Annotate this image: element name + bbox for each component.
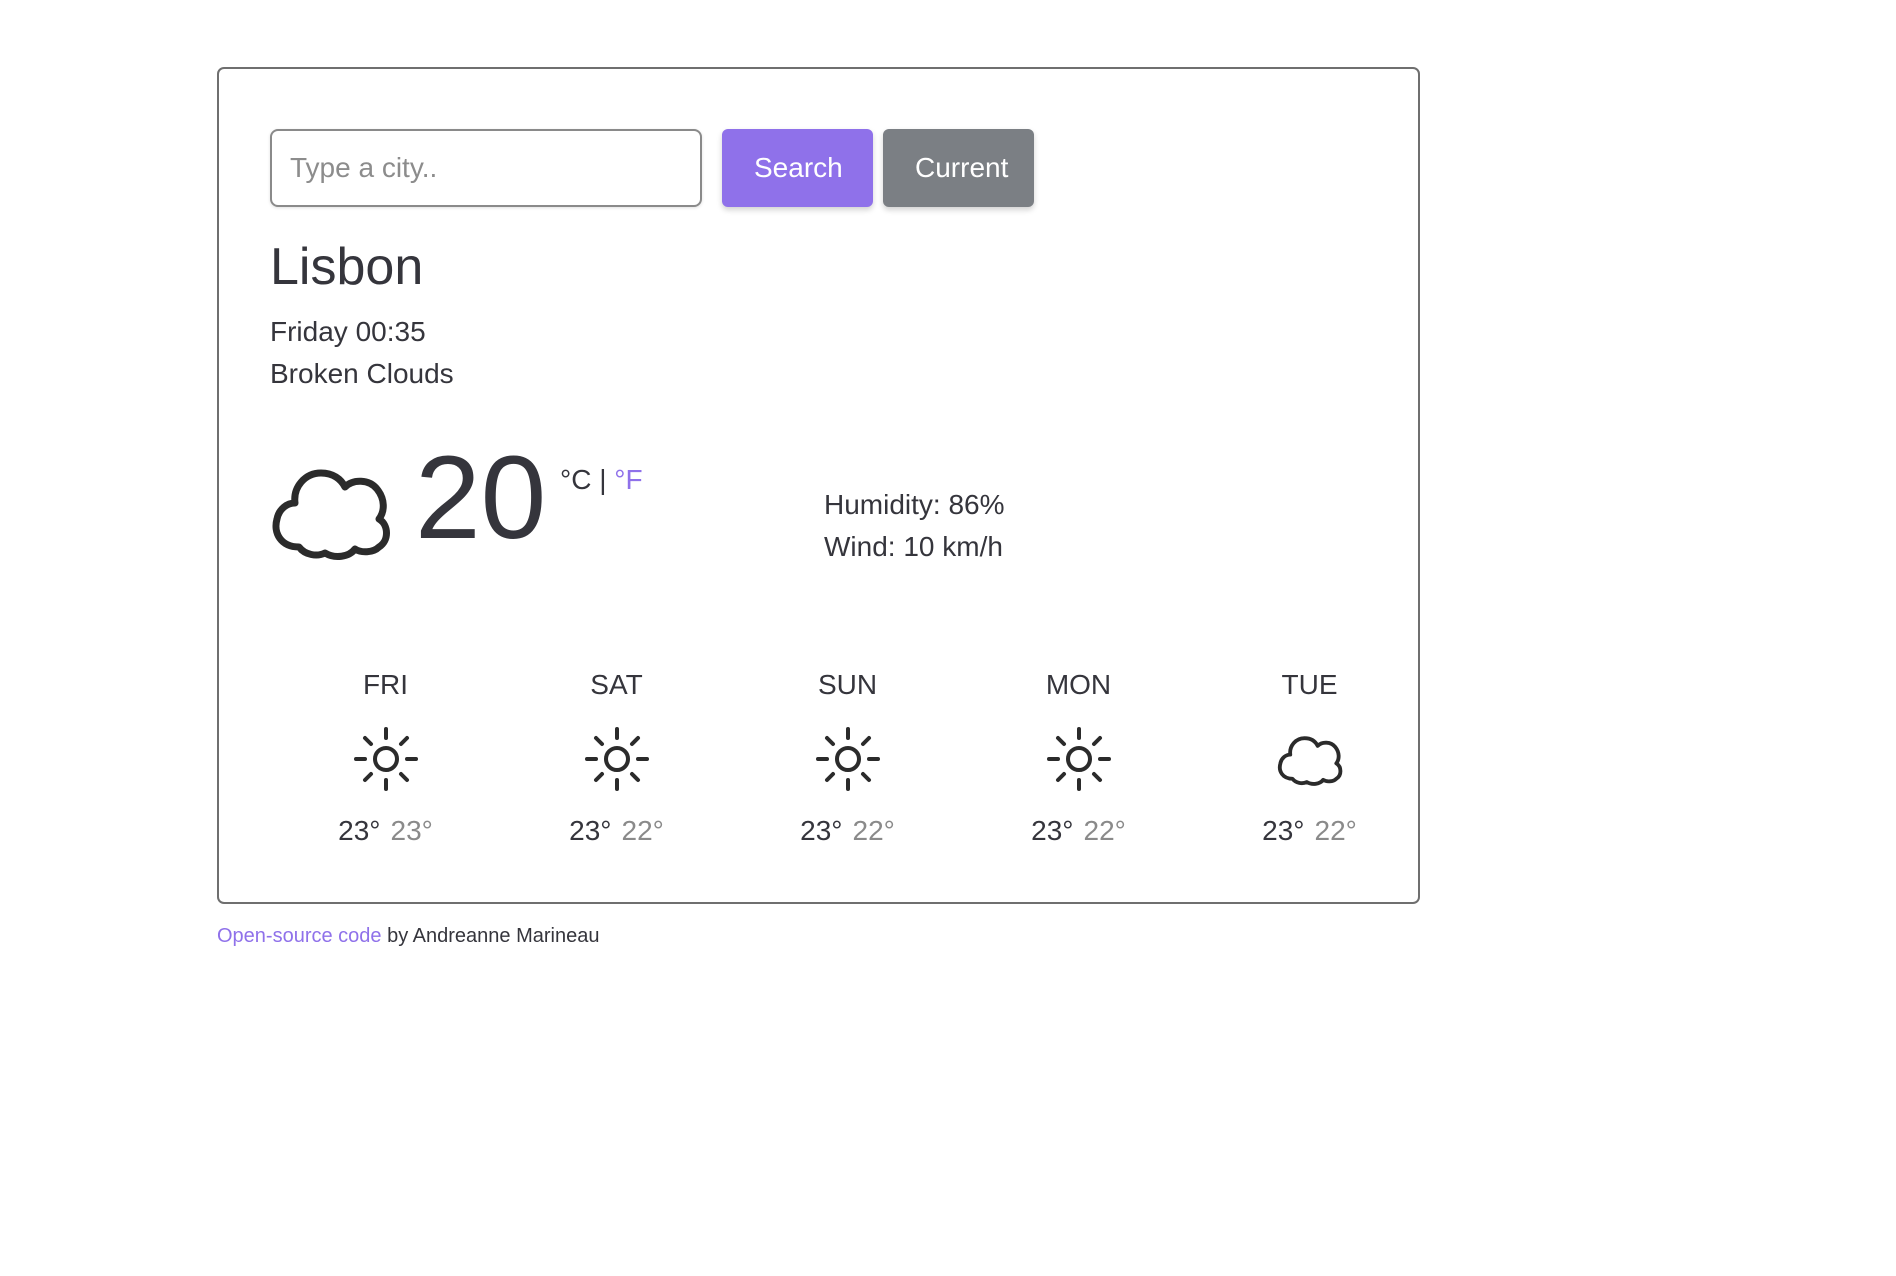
sun-icon: [352, 725, 420, 793]
forecast-max-temp: 23°: [800, 815, 843, 846]
forecast-day-name: TUE: [1281, 669, 1338, 700]
fahrenheit-link[interactable]: °F: [614, 464, 642, 495]
sun-icon: [1045, 725, 1113, 793]
source-code-link[interactable]: Open-source code: [217, 925, 382, 947]
search-button[interactable]: Search: [722, 129, 873, 207]
forecast-day-name: SAT: [590, 669, 643, 700]
sun-icon: [814, 725, 882, 793]
current-meta: Friday 00:35 Broken Clouds: [270, 311, 454, 395]
forecast-day-name: MON: [1045, 669, 1112, 700]
forecast-day: SUN 23° 22°: [732, 669, 963, 847]
forecast-min-temp: 22°: [621, 815, 664, 846]
forecast-day: FRI 23° 23°: [270, 669, 501, 847]
forecast-max-temp: 23°: [1031, 815, 1074, 846]
forecast-min-temp: 23°: [390, 815, 433, 846]
forecast-temps: 23° 22°: [963, 815, 1194, 847]
date-time: Friday 00:35: [270, 316, 426, 347]
forecast: FRI 23° 23° SAT 23° 22° SUN 23° 22° MON …: [270, 669, 1425, 847]
search-form: Search Current: [270, 129, 1034, 207]
current-location-button[interactable]: Current: [883, 129, 1034, 207]
wind: Wind: 10 km/h: [824, 531, 1003, 562]
weather-card: Search Current Lisbon Friday 00:35 Broke…: [217, 67, 1420, 904]
footer-author: by Andreanne Marineau: [381, 925, 600, 947]
cloud-icon: [269, 459, 393, 563]
celsius-unit: °C: [560, 464, 592, 495]
cloud-icon: [1276, 725, 1344, 793]
sun-icon: [583, 725, 651, 793]
forecast-min-temp: 22°: [1314, 815, 1357, 846]
forecast-temps: 23° 22°: [1194, 815, 1425, 847]
forecast-max-temp: 23°: [338, 815, 381, 846]
humidity: Humidity: 86%: [824, 489, 1005, 520]
forecast-min-temp: 22°: [1083, 815, 1126, 846]
unit-toggle: °C | °F: [560, 464, 643, 496]
city-search-input[interactable]: [270, 129, 702, 207]
city-name: Lisbon: [270, 238, 424, 296]
forecast-temps: 23° 22°: [732, 815, 963, 847]
forecast-min-temp: 22°: [852, 815, 895, 846]
forecast-temps: 23° 22°: [501, 815, 732, 847]
forecast-max-temp: 23°: [1262, 815, 1305, 846]
forecast-temps: 23° 23°: [270, 815, 501, 847]
forecast-max-temp: 23°: [569, 815, 612, 846]
forecast-day-name: FRI: [362, 669, 409, 700]
page: Search Current Lisbon Friday 00:35 Broke…: [0, 0, 1896, 1276]
forecast-day: MON 23° 22°: [963, 669, 1194, 847]
footer: Open-source code by Andreanne Marineau: [217, 925, 599, 948]
temperature-value: 20: [415, 432, 547, 564]
weather-details: Humidity: 86% Wind: 10 km/h: [824, 484, 1005, 568]
weather-description: Broken Clouds: [270, 358, 454, 389]
forecast-day-name: SUN: [817, 669, 878, 700]
forecast-day: TUE 23° 22°: [1194, 669, 1425, 847]
unit-separator: |: [599, 464, 607, 495]
forecast-day: SAT 23° 22°: [501, 669, 732, 847]
